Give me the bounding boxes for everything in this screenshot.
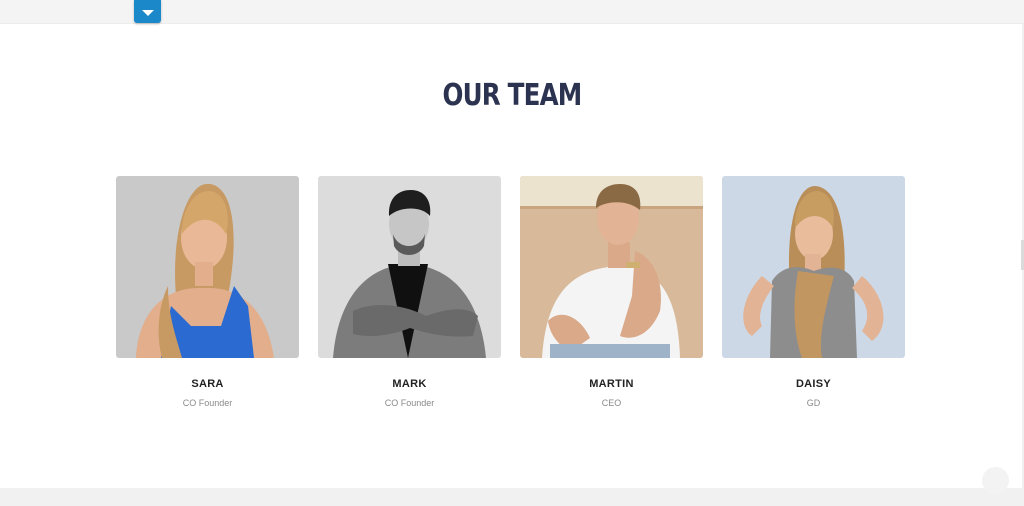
team-photo-sara	[116, 176, 299, 358]
top-bar	[0, 0, 1024, 24]
scroll-top-icon[interactable]	[982, 467, 1009, 494]
member-name: MARK	[392, 378, 427, 390]
member-name: DAISY	[795, 378, 832, 390]
member-role: CO Founder	[384, 398, 435, 408]
member-role: CO Founder	[182, 398, 233, 408]
team-card-daisy: DAISY GD	[722, 176, 905, 408]
section-title: OUR TEAM	[442, 78, 583, 113]
team-card-sara: SARA CO Founder	[116, 176, 299, 408]
member-role: GD	[806, 398, 821, 408]
team-photo-daisy	[722, 176, 905, 358]
footer-strip	[0, 488, 1024, 506]
dropdown-toggle-button[interactable]	[134, 0, 161, 23]
member-name: SARA	[191, 378, 224, 390]
team-card-mark: MARK CO Founder	[318, 176, 501, 408]
team-photo-martin	[520, 176, 703, 358]
member-role: CEO	[601, 398, 622, 408]
team-card-martin: MARTIN CEO	[520, 176, 703, 408]
team-photo-mark	[318, 176, 501, 358]
member-name: MARTIN	[589, 378, 634, 390]
chevron-down-icon	[141, 9, 154, 16]
